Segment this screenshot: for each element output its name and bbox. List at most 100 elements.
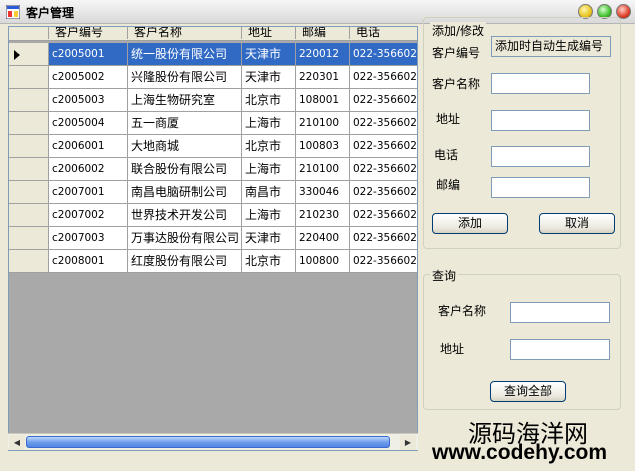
watermark-url: www.codehy.com [432, 441, 608, 464]
cell-code[interactable]: c2006001 [49, 135, 128, 158]
cell-name[interactable]: 统一股份有限公司 [128, 43, 242, 66]
cell-zip[interactable]: 210100 [296, 112, 350, 135]
cell-address[interactable]: 上海市 [242, 158, 296, 181]
table-row[interactable]: c2005002 兴隆股份有限公司 天津市 220301 022-3566021 [9, 66, 417, 89]
cell-address[interactable]: 天津市 [242, 43, 296, 66]
scroll-right-icon[interactable]: ▶ [400, 435, 416, 450]
cell-code[interactable]: c2007002 [49, 204, 128, 227]
customer-name-input[interactable] [491, 73, 590, 94]
cell-phone[interactable]: 022-3566021 [350, 89, 417, 112]
cell-zip[interactable]: 210100 [296, 158, 350, 181]
table-row[interactable]: c2007002 世界技术开发公司 上海市 210230 022-3566021 [9, 204, 417, 227]
cell-name[interactable]: 南昌电脑研制公司 [128, 181, 242, 204]
cell-phone[interactable]: 022-3566021 [350, 250, 417, 273]
cell-zip[interactable]: 210230 [296, 204, 350, 227]
cell-name[interactable]: 联合股份有限公司 [128, 158, 242, 181]
column-header-zip[interactable]: 邮编 [296, 27, 350, 39]
cell-name[interactable]: 世界技术开发公司 [128, 204, 242, 227]
cell-name[interactable]: 兴隆股份有限公司 [128, 66, 242, 89]
cancel-button[interactable]: 取消 [539, 213, 615, 234]
cell-address[interactable]: 天津市 [242, 66, 296, 89]
cell-name[interactable]: 大地商城 [128, 135, 242, 158]
row-header[interactable] [9, 181, 49, 204]
column-header-name[interactable]: 客户名称 [128, 27, 242, 39]
cell-phone[interactable]: 022-3566021 [350, 181, 417, 204]
table-row[interactable]: c2007003 万事达股份有限公司 天津市 220400 022-3566021 [9, 227, 417, 250]
customer-name-label: 客户名称 [432, 77, 481, 91]
row-header[interactable] [9, 89, 49, 112]
cell-phone[interactable]: 022-3566021 [350, 66, 417, 89]
cell-name[interactable]: 五一商厦 [128, 112, 242, 135]
cell-zip[interactable]: 330046 [296, 181, 350, 204]
row-header[interactable] [9, 135, 49, 158]
row-header[interactable] [9, 227, 49, 250]
cell-address[interactable]: 南昌市 [242, 181, 296, 204]
cell-zip[interactable]: 220301 [296, 66, 350, 89]
window-title: 客户管理 [26, 6, 75, 20]
cell-zip[interactable]: 100803 [296, 135, 350, 158]
column-header-phone[interactable]: 电话 [350, 27, 417, 39]
table-row[interactable]: c2005004 五一商厦 上海市 210100 022-3566021 [9, 112, 417, 135]
cell-code[interactable]: c2005003 [49, 89, 128, 112]
cell-code[interactable]: c2007001 [49, 181, 128, 204]
table-row[interactable]: c2008001 红度股份有限公司 北京市 100800 022-3566021 [9, 250, 417, 273]
row-header[interactable] [9, 158, 49, 181]
cell-name[interactable]: 万事达股份有限公司 [128, 227, 242, 250]
customer-code-label: 客户编号 [432, 46, 481, 60]
query-name-label: 客户名称 [438, 304, 487, 318]
row-header[interactable] [9, 43, 49, 66]
cell-address[interactable]: 天津市 [242, 227, 296, 250]
cell-code[interactable]: c2005002 [49, 66, 128, 89]
table-row[interactable]: c2005001 统一股份有限公司 天津市 220012 022-3566021 [9, 43, 417, 66]
row-header[interactable] [9, 204, 49, 227]
add-button[interactable]: 添加 [432, 213, 508, 234]
cell-phone[interactable]: 022-3566021 [350, 158, 417, 181]
horizontal-scrollbar[interactable]: ◀ ▶ [8, 433, 418, 450]
table-row[interactable]: c2006002 联合股份有限公司 上海市 210100 022-3566021 [9, 158, 417, 181]
cell-zip[interactable]: 108001 [296, 89, 350, 112]
zip-input[interactable] [491, 177, 590, 198]
cell-zip[interactable]: 220400 [296, 227, 350, 250]
cell-name[interactable]: 上海生物研究室 [128, 89, 242, 112]
query-all-button[interactable]: 查询全部 [490, 381, 566, 402]
cell-phone[interactable]: 022-3566021 [350, 135, 417, 158]
cell-phone[interactable]: 022-3566021 [350, 227, 417, 250]
query-name-input[interactable] [510, 302, 610, 323]
cell-phone[interactable]: 022-3566021 [350, 43, 417, 66]
cell-code[interactable]: c2006002 [49, 158, 128, 181]
cell-code[interactable]: c2008001 [49, 250, 128, 273]
table-row[interactable]: c2006001 大地商城 北京市 100803 022-3566021 [9, 135, 417, 158]
phone-input[interactable] [491, 146, 590, 167]
cell-phone[interactable]: 022-3566021 [350, 112, 417, 135]
scroll-left-icon[interactable]: ◀ [9, 435, 25, 450]
cell-address[interactable]: 上海市 [242, 204, 296, 227]
cell-code[interactable]: c2005004 [49, 112, 128, 135]
address-input[interactable] [491, 110, 590, 131]
cell-address[interactable]: 北京市 [242, 135, 296, 158]
cell-zip[interactable]: 100800 [296, 250, 350, 273]
edit-group-legend: 添加/修改 [430, 22, 487, 39]
cell-zip[interactable]: 220012 [296, 43, 350, 66]
scroll-thumb[interactable] [26, 436, 390, 448]
table-row[interactable]: c2005003 上海生物研究室 北京市 108001 022-3566021 [9, 89, 417, 112]
main-window: 客户管理 客户编号 客户名称 地址 邮编 电话 c2005001 统一股份有限公司… [0, 0, 635, 471]
query-group-box: 查询 客户名称 地址 查询全部 [423, 267, 621, 410]
row-header[interactable] [9, 112, 49, 135]
cell-code[interactable]: c2007003 [49, 227, 128, 250]
zip-label: 邮编 [436, 178, 461, 192]
customer-code-field: 添加时自动生成编号 [491, 36, 611, 57]
cell-phone[interactable]: 022-3566021 [350, 204, 417, 227]
cell-name[interactable]: 红度股份有限公司 [128, 250, 242, 273]
cell-code[interactable]: c2005001 [49, 43, 128, 66]
row-header[interactable] [9, 66, 49, 89]
row-header[interactable] [9, 250, 49, 273]
query-address-input[interactable] [510, 339, 610, 360]
column-header-code[interactable]: 客户编号 [49, 27, 128, 39]
query-group-legend: 查询 [430, 267, 459, 284]
cell-address[interactable]: 北京市 [242, 89, 296, 112]
customer-data-grid[interactable]: 客户编号 客户名称 地址 邮编 电话 c2005001 统一股份有限公司 天津市 22… [8, 26, 418, 451]
cell-address[interactable]: 上海市 [242, 112, 296, 135]
cell-address[interactable]: 北京市 [242, 250, 296, 273]
table-row[interactable]: c2007001 南昌电脑研制公司 南昌市 330046 022-3566021 [9, 181, 417, 204]
column-header-address[interactable]: 地址 [242, 27, 296, 39]
